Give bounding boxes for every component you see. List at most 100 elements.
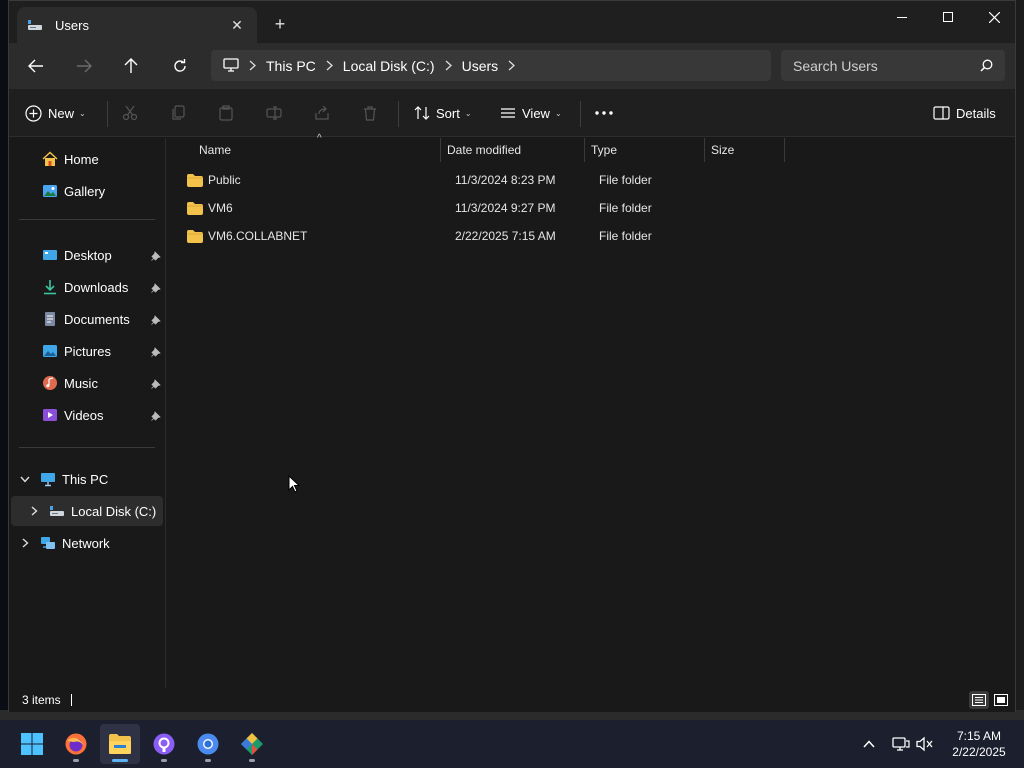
table-row[interactable]: VM6 11/3/2024 9:27 PM File folder — [179, 194, 787, 222]
volume-muted-icon[interactable] — [913, 732, 937, 756]
close-window-button[interactable] — [971, 1, 1017, 33]
desktop-background — [1016, 0, 1024, 720]
status-bar: 3 items — [9, 688, 1015, 712]
breadcrumb-local-disk[interactable]: Local Disk (C:) — [343, 58, 435, 74]
file-name: Public — [208, 173, 241, 187]
maximize-button[interactable] — [925, 1, 971, 33]
start-button[interactable] — [12, 724, 52, 764]
column-divider[interactable] — [440, 138, 441, 162]
tab-title: Users — [55, 17, 89, 33]
column-divider[interactable] — [704, 138, 705, 162]
sidebar-item-this-pc[interactable]: This PC — [9, 464, 165, 494]
file-type: File folder — [599, 201, 652, 215]
details-view-toggle[interactable] — [969, 691, 989, 709]
sidebar-item-documents[interactable]: Documents — [9, 304, 165, 334]
sidebar-item-music[interactable]: Music — [9, 368, 165, 398]
back-arrow-icon — [28, 59, 43, 73]
share-button[interactable] — [314, 99, 330, 127]
chevron-down-icon[interactable] — [18, 476, 32, 483]
copy-icon — [172, 105, 185, 120]
sidebar-label: Pictures — [64, 343, 111, 359]
chrome-icon — [197, 733, 219, 755]
breadcrumb-users[interactable]: Users — [462, 58, 499, 74]
share-icon — [315, 105, 329, 120]
pin-icon[interactable] — [151, 410, 161, 421]
column-header-name[interactable]: Name — [199, 138, 439, 162]
pin-icon[interactable] — [151, 378, 161, 389]
sidebar-item-home[interactable]: Home — [9, 144, 165, 174]
taskbar-github-desktop[interactable] — [144, 724, 184, 764]
title-bar: Users ✕ + — [9, 1, 1015, 43]
up-button[interactable] — [116, 51, 146, 81]
table-row[interactable]: Public 11/3/2024 8:23 PM File folder — [179, 166, 787, 194]
show-hidden-icons-chevron-up-icon[interactable] — [857, 732, 881, 756]
column-header-size[interactable]: Size — [711, 138, 783, 162]
details-pane-button[interactable]: Details — [933, 99, 996, 127]
chevron-right-icon[interactable] — [27, 506, 41, 516]
column-header-type[interactable]: Type — [591, 138, 703, 162]
pin-icon[interactable] — [151, 250, 161, 261]
view-button[interactable]: View ⌄ — [500, 99, 562, 127]
refresh-button[interactable] — [165, 51, 195, 81]
column-divider[interactable] — [584, 138, 585, 162]
taskbar-file-explorer[interactable] — [100, 724, 140, 764]
table-row[interactable]: VM6.COLLABNET 2/22/2025 7:15 AM File fol… — [179, 222, 787, 250]
forward-button[interactable] — [69, 51, 99, 81]
sort-button[interactable]: Sort ⌄ — [414, 99, 472, 127]
more-icon — [595, 111, 613, 115]
file-type: File folder — [599, 229, 652, 243]
details-pane-icon — [933, 106, 950, 120]
taskbar-git[interactable] — [232, 724, 272, 764]
command-bar: New ⌄ Sort ⌄ View ⌄ Details — [9, 89, 1015, 137]
date-modified: 2/22/2025 7:15 AM — [455, 229, 556, 243]
column-divider[interactable] — [784, 138, 785, 162]
sort-label: Sort — [436, 105, 460, 121]
sidebar-item-gallery[interactable]: Gallery — [9, 176, 165, 206]
tab-users[interactable]: Users ✕ — [17, 7, 257, 43]
pin-icon[interactable] — [151, 314, 161, 325]
new-tab-button[interactable]: + — [269, 13, 291, 35]
delete-button[interactable] — [362, 99, 378, 127]
back-button[interactable] — [21, 51, 51, 81]
sidebar-item-videos[interactable]: Videos — [9, 400, 165, 430]
documents-icon — [42, 311, 58, 327]
sidebar-item-local-disk[interactable]: Local Disk (C:) — [11, 496, 163, 526]
pin-icon[interactable] — [151, 346, 161, 357]
sidebar-item-desktop[interactable]: Desktop — [9, 240, 165, 270]
search-input[interactable]: Search Users — [781, 50, 1005, 81]
system-clock[interactable]: 7:15 AM 2/22/2025 — [944, 728, 1014, 760]
taskbar-chrome[interactable] — [188, 724, 228, 764]
sidebar-item-network[interactable]: Network — [9, 528, 165, 558]
new-button[interactable]: New ⌄ — [25, 99, 86, 127]
sidebar-item-downloads[interactable]: Downloads — [9, 272, 165, 302]
paste-button[interactable] — [218, 99, 234, 127]
taskbar-firefox[interactable] — [56, 724, 96, 764]
divider — [580, 101, 581, 127]
chevron-right-icon[interactable] — [18, 538, 32, 548]
chevron-right-icon[interactable] — [508, 60, 516, 71]
large-icons-view-toggle[interactable] — [991, 691, 1011, 709]
address-bar[interactable]: This PC Local Disk (C:) Users — [211, 50, 771, 81]
clock-date: 2/22/2025 — [952, 745, 1006, 759]
close-tab-icon[interactable]: ✕ — [227, 17, 247, 34]
details-view-icon — [972, 694, 986, 706]
column-header-date-modified[interactable]: Date modified — [447, 138, 583, 162]
more-options-button[interactable] — [595, 99, 613, 127]
chevron-right-icon — [326, 60, 333, 71]
cut-button[interactable] — [122, 99, 138, 127]
minimize-button[interactable] — [879, 1, 925, 33]
network-status-icon[interactable] — [889, 732, 913, 756]
large-icons-view-icon — [994, 694, 1008, 706]
divider — [19, 219, 155, 220]
sidebar-item-pictures[interactable]: Pictures — [9, 336, 165, 366]
breadcrumb-this-pc[interactable]: This PC — [266, 58, 316, 74]
rename-button[interactable] — [266, 99, 282, 127]
divider — [107, 101, 108, 127]
chevron-right-icon — [249, 60, 256, 71]
copy-button[interactable] — [170, 99, 186, 127]
divider — [398, 101, 399, 127]
pin-icon[interactable] — [151, 282, 161, 293]
rename-icon — [266, 106, 282, 120]
date-modified: 11/3/2024 9:27 PM — [455, 201, 556, 215]
plus-circle-icon — [25, 104, 42, 122]
